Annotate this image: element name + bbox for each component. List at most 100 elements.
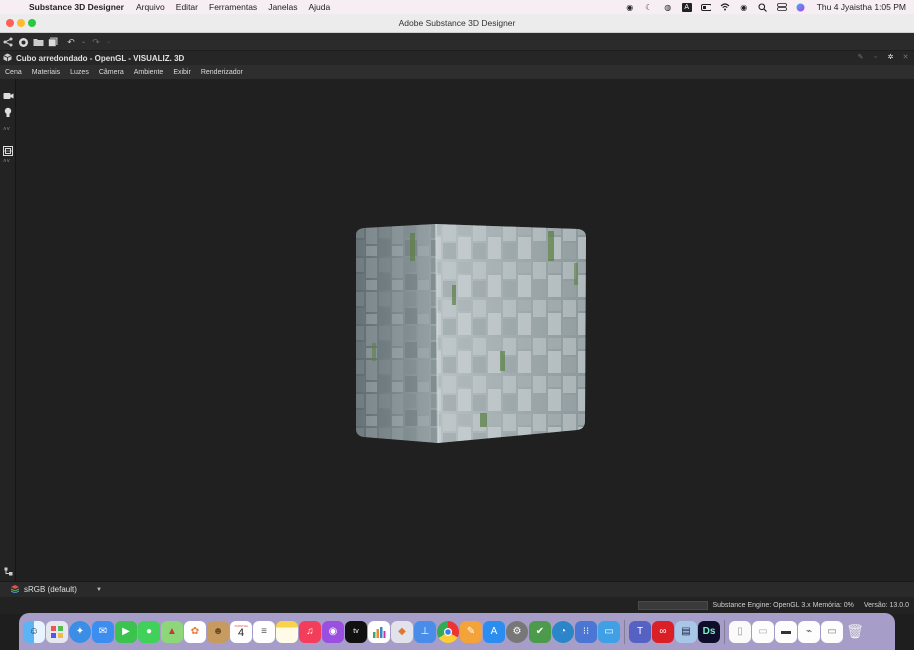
menu-renderizador[interactable]: Renderizador bbox=[201, 69, 243, 76]
facetime-icon[interactable]: ▶ bbox=[115, 620, 137, 643]
panel-controls: ✎ ▫ ✲ ✕ bbox=[856, 53, 910, 62]
chrome-icon[interactable] bbox=[437, 620, 459, 643]
undo-icon[interactable]: ↶ bbox=[66, 37, 76, 47]
photos-icon[interactable]: ✿ bbox=[184, 620, 206, 643]
system-preferences-icon[interactable]: ⚙ bbox=[506, 620, 528, 643]
version-label: Versão: 13.0.0 bbox=[863, 602, 909, 609]
menu-ferramentas[interactable]: Ferramentas bbox=[209, 2, 257, 12]
wifi-icon[interactable] bbox=[720, 3, 730, 12]
save-all-icon[interactable] bbox=[48, 37, 58, 47]
redo-icon[interactable]: ↷ bbox=[91, 37, 101, 47]
chevron-down-icon: ▼ bbox=[96, 586, 102, 593]
new-package-icon[interactable] bbox=[18, 37, 28, 47]
notes-icon[interactable] bbox=[276, 620, 298, 643]
window-title: Adobe Substance 3D Designer bbox=[398, 18, 516, 28]
redo-dropdown-icon[interactable]: ⌄ bbox=[106, 38, 111, 45]
float-panel-icon[interactable]: ▫ bbox=[871, 53, 880, 62]
macos-menubar: Substance 3D Designer Arquivo Editar Fer… bbox=[0, 0, 914, 14]
screenshot-thumb-icon[interactable]: ▭ bbox=[752, 620, 774, 643]
contacts-icon[interactable]: ☻ bbox=[207, 620, 229, 643]
keynote-icon[interactable]: ◆ bbox=[391, 620, 413, 643]
teams-icon[interactable]: T bbox=[629, 620, 651, 643]
calendar-icon[interactable]: JYAISTHA 4 bbox=[230, 620, 252, 643]
creative-cloud-app-icon[interactable]: ∞ bbox=[652, 620, 674, 643]
battery-icon[interactable] bbox=[700, 3, 711, 12]
moon-icon[interactable]: ☾ bbox=[644, 3, 654, 12]
music-icon[interactable]: ♫ bbox=[299, 620, 321, 643]
open-folder-icon[interactable] bbox=[33, 37, 44, 47]
macos-dock: ☺ ✦ ✉ ▶ ● ▲ ✿ ☻ JYAISTHA 4 ≡ ♫ ◉ tv ◆ ⊥ … bbox=[19, 613, 895, 650]
trash-icon[interactable]: 🗑 bbox=[844, 621, 866, 643]
colorspace-icon bbox=[10, 584, 20, 595]
node-layout-icon[interactable] bbox=[2, 567, 14, 579]
globe-icon[interactable]: ◍ bbox=[663, 3, 673, 12]
menu-ajuda[interactable]: Ajuda bbox=[309, 2, 331, 12]
menu-exibir[interactable]: Exibir bbox=[173, 69, 191, 76]
safari-icon[interactable]: ✦ bbox=[69, 620, 91, 643]
menu-camera[interactable]: Câmera bbox=[99, 69, 124, 76]
menu-luzes[interactable]: Luzes bbox=[70, 69, 89, 76]
document-icon[interactable]: ▯ bbox=[729, 620, 751, 643]
camera-icon[interactable] bbox=[2, 91, 14, 103]
podcasts-icon[interactable]: ◉ bbox=[322, 620, 344, 643]
adguard-icon[interactable]: ✔ bbox=[529, 620, 551, 643]
bartender-icon[interactable]: ⁝⁝ bbox=[575, 620, 597, 643]
menu-janelas[interactable]: Janelas bbox=[268, 2, 297, 12]
menu-materiais[interactable]: Materiais bbox=[32, 69, 60, 76]
close-panel-icon[interactable]: ✕ bbox=[901, 53, 910, 62]
dock-separator-2 bbox=[724, 619, 725, 644]
colorspace-value: sRGB (default) bbox=[24, 585, 77, 594]
screenshot-thumb-icon-2[interactable]: ▬ bbox=[775, 620, 797, 643]
viewport-panel-header: Cubo arredondado - OpenGL - VISUALIZ. 3D… bbox=[0, 51, 914, 65]
pin-icon[interactable]: ✎ bbox=[856, 53, 865, 62]
control-center-icon[interactable] bbox=[776, 3, 787, 12]
engine-status: Substance Engine: OpenGL 3.x Memória: 0% bbox=[712, 602, 854, 609]
viewport-tool-strip: ˄˅ ˄˅ bbox=[0, 79, 16, 581]
status-bar: Substance Engine: OpenGL 3.x Memória: 0%… bbox=[0, 597, 914, 614]
light-bulb-icon[interactable] bbox=[2, 107, 14, 119]
window-titlebar: Adobe Substance 3D Designer bbox=[0, 14, 914, 33]
menu-cena[interactable]: Cena bbox=[5, 69, 22, 76]
mail-icon[interactable]: ✉ bbox=[92, 620, 114, 643]
menubar-status-area: ◉ ☾ ◍ A ◉ Thu 4 Jyaistha 1:05 PM bbox=[625, 0, 906, 14]
new-graph-icon[interactable] bbox=[3, 37, 13, 47]
creative-cloud-icon[interactable]: ◉ bbox=[625, 3, 635, 12]
pages-icon[interactable]: ✎ bbox=[460, 620, 482, 643]
menu-ambiente[interactable]: Ambiente bbox=[134, 69, 164, 76]
cleanmymac-icon[interactable]: ◔ bbox=[552, 620, 574, 643]
screenshot-thumb-icon-3[interactable]: ⌁ bbox=[798, 620, 820, 643]
3d-view-icon bbox=[3, 53, 13, 64]
screenshot-thumb-icon-4[interactable]: ▭ bbox=[821, 620, 843, 643]
main-toolbar: ↶ ⌄ ↷ ⌄ bbox=[0, 33, 914, 50]
menu-editar[interactable]: Editar bbox=[176, 2, 198, 12]
finder-icon[interactable]: ☺ bbox=[23, 620, 45, 643]
numbers-icon[interactable] bbox=[368, 620, 390, 643]
user-icon[interactable]: ◉ bbox=[739, 3, 749, 12]
calendar-day: 4 bbox=[237, 627, 245, 639]
launchpad-icon[interactable] bbox=[46, 620, 68, 643]
menubar-clock[interactable]: Thu 4 Jyaistha 1:05 PM bbox=[817, 2, 906, 12]
preview-icon[interactable]: ▤ bbox=[675, 620, 697, 643]
messages-icon[interactable]: ● bbox=[138, 620, 160, 643]
keynote-presentation-icon[interactable]: ⊥ bbox=[414, 620, 436, 643]
desktop-icon[interactable]: ▭ bbox=[598, 620, 620, 643]
3d-viewport[interactable] bbox=[16, 79, 914, 581]
settings-icon[interactable]: ✲ bbox=[886, 53, 895, 62]
rounded-cube-preview[interactable] bbox=[352, 223, 588, 449]
more-tools-icon[interactable]: ˄˅ bbox=[3, 127, 10, 133]
apple-tv-icon[interactable]: tv bbox=[345, 620, 367, 643]
search-icon[interactable] bbox=[758, 2, 768, 12]
substance-designer-icon[interactable]: Ds bbox=[698, 620, 720, 643]
progress-bar bbox=[638, 601, 709, 610]
input-source-icon[interactable]: A bbox=[681, 2, 692, 12]
environment-map-icon[interactable] bbox=[2, 146, 14, 158]
menubar-app-name[interactable]: Substance 3D Designer bbox=[29, 2, 124, 12]
colorspace-select[interactable]: sRGB (default) ▼ bbox=[24, 585, 102, 594]
undo-dropdown-icon[interactable]: ⌄ bbox=[81, 38, 86, 45]
more-tools-icon-2[interactable]: ˄˅ bbox=[3, 159, 10, 165]
app-store-icon[interactable]: A bbox=[483, 620, 505, 643]
reminders-icon[interactable]: ≡ bbox=[253, 620, 275, 643]
menu-arquivo[interactable]: Arquivo bbox=[136, 2, 165, 12]
maps-icon[interactable]: ▲ bbox=[161, 620, 183, 643]
siri-icon[interactable] bbox=[796, 3, 806, 12]
